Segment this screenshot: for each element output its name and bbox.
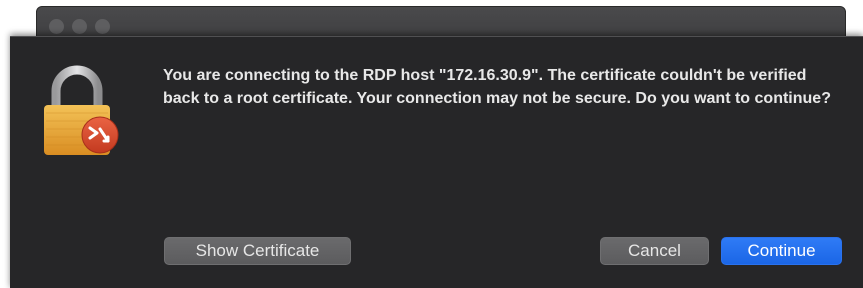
lock-with-remote-desktop-badge-icon (44, 65, 119, 155)
show-certificate-button[interactable]: Show Certificate (164, 237, 351, 265)
minimize-window-button[interactable] (72, 19, 87, 34)
close-window-button[interactable] (49, 19, 64, 34)
screen: You are connecting to the RDP host "172.… (0, 0, 863, 288)
cancel-button[interactable]: Cancel (600, 237, 709, 265)
certificate-warning-sheet: You are connecting to the RDP host "172.… (10, 36, 863, 288)
zoom-window-button[interactable] (95, 19, 110, 34)
continue-button[interactable]: Continue (721, 237, 842, 265)
warning-message: You are connecting to the RDP host "172.… (163, 67, 831, 107)
